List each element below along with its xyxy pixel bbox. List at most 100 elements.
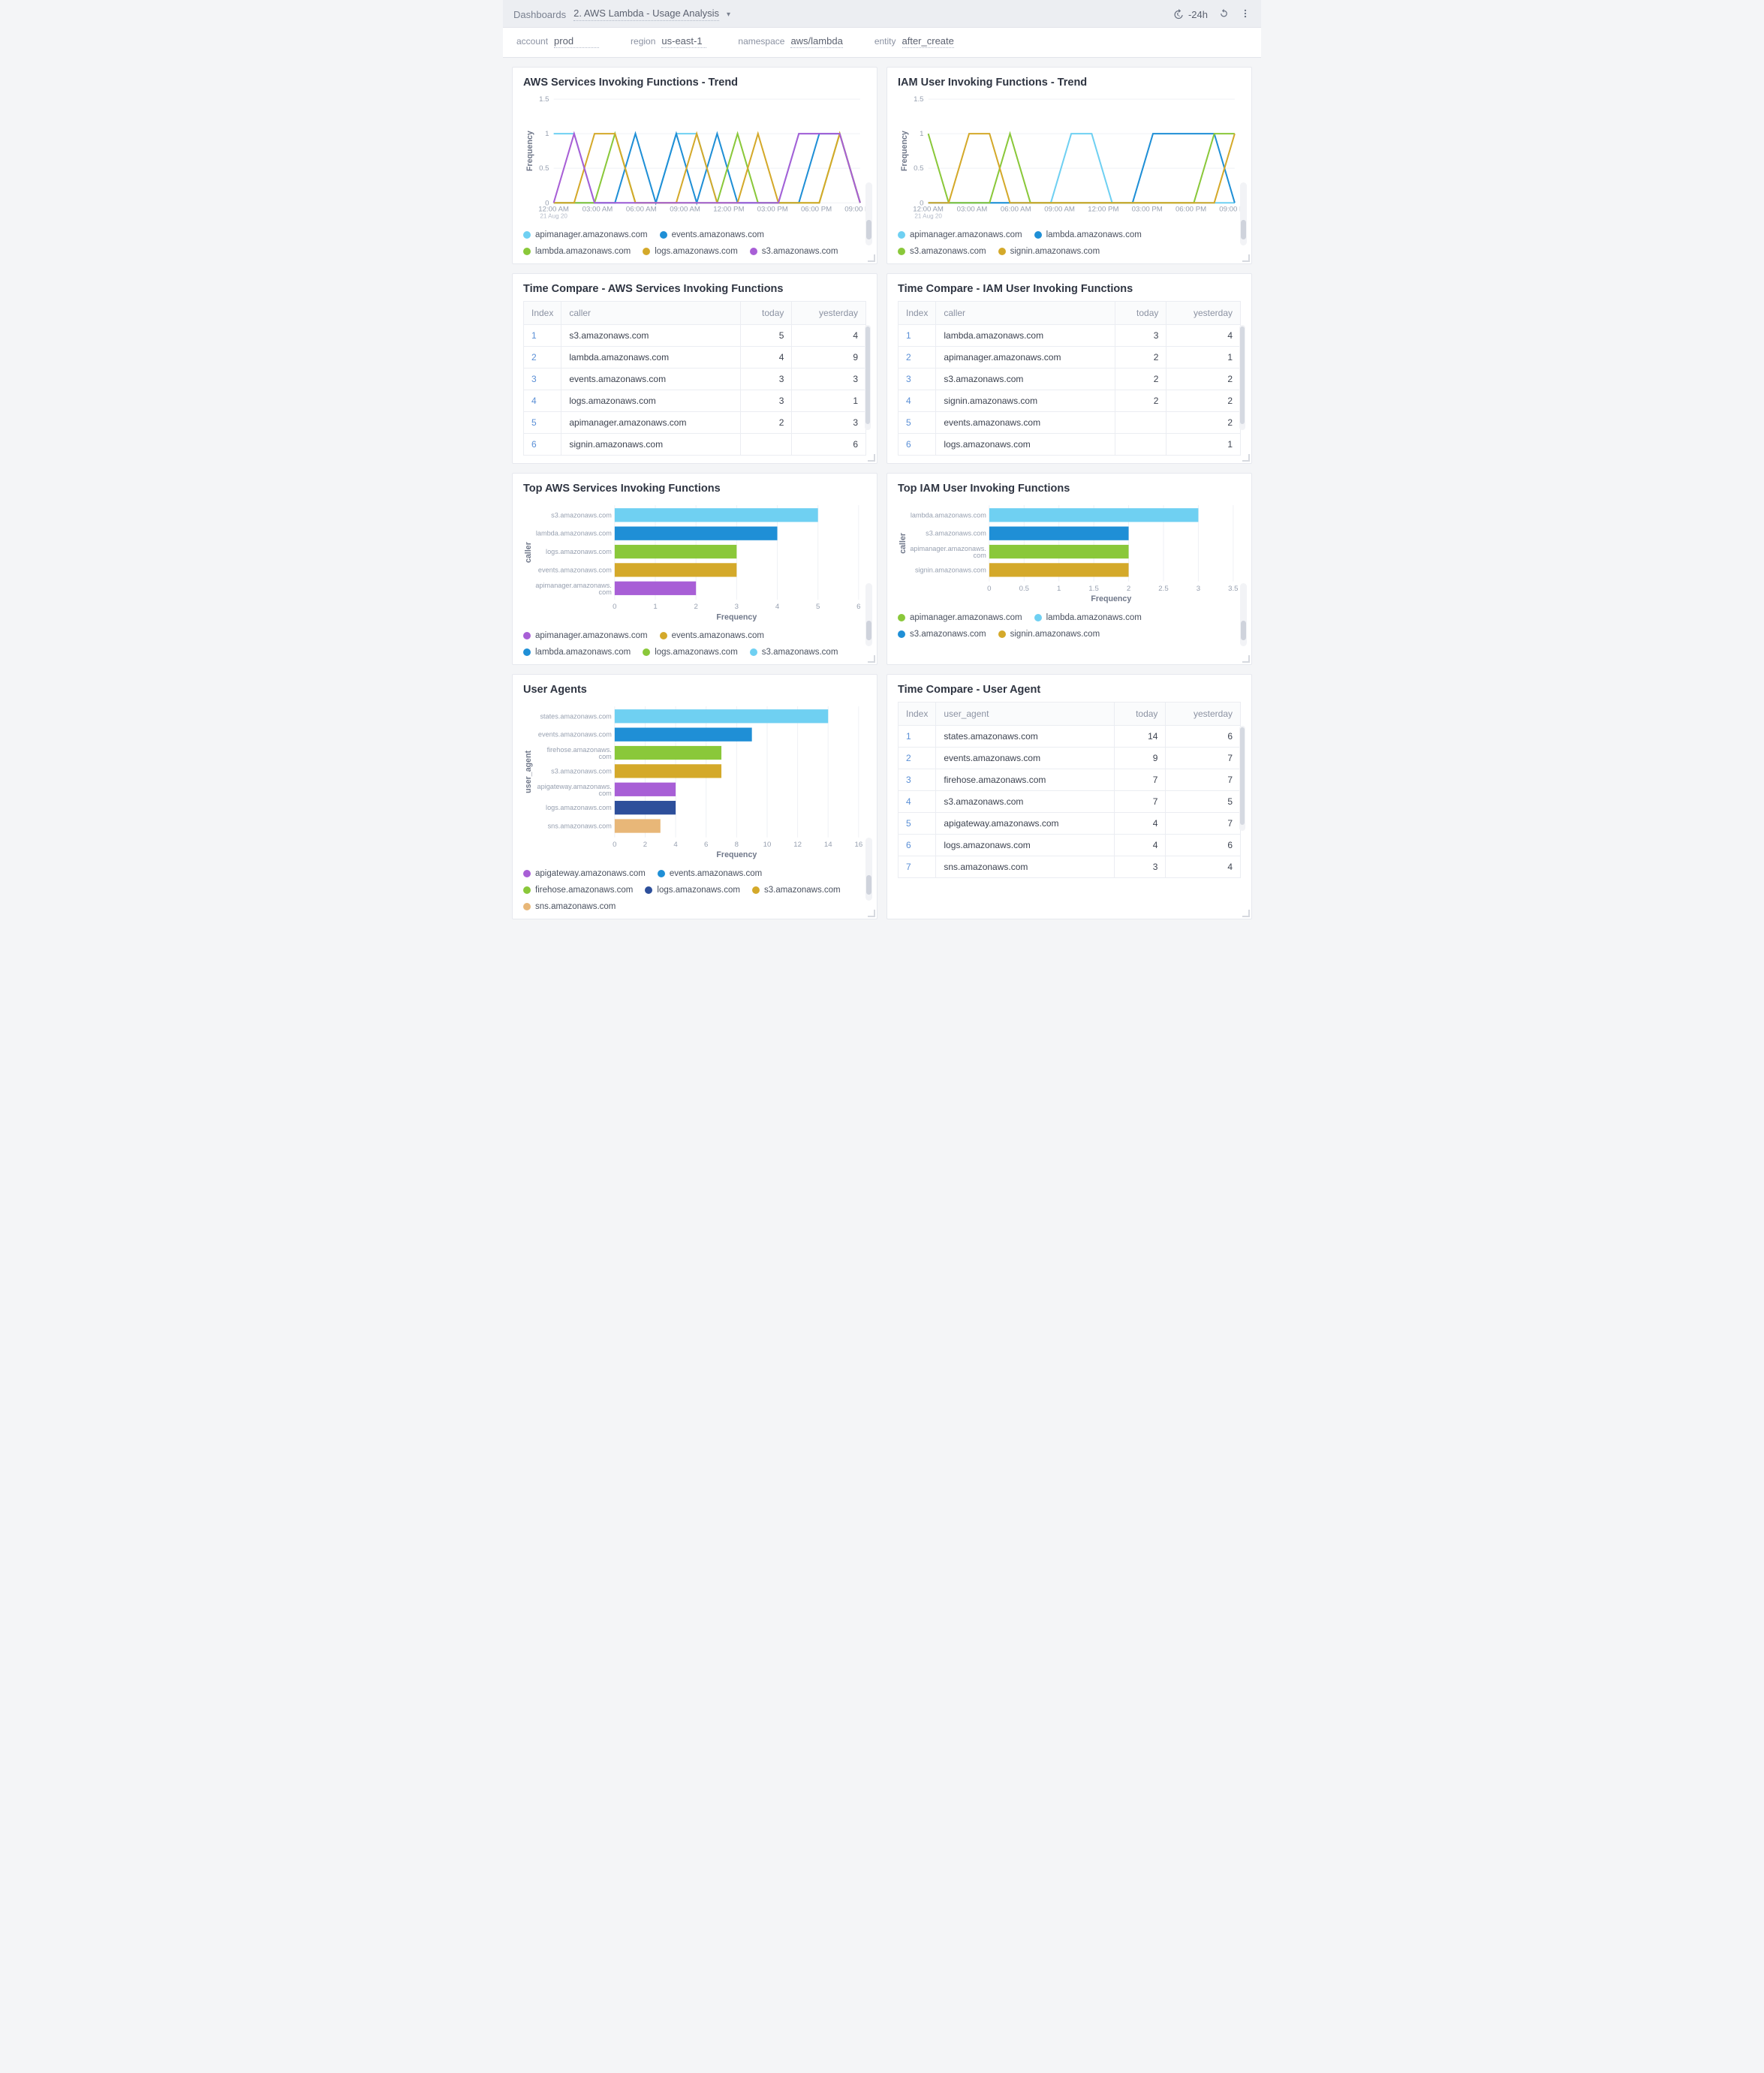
legend-item[interactable]: apimanager.amazonaws.com (523, 631, 648, 640)
legend-item[interactable]: apigateway.amazonaws.com (523, 869, 646, 878)
table-header[interactable]: user_agent (936, 703, 1114, 726)
resize-handle[interactable] (1242, 910, 1250, 917)
legend-item[interactable]: lambda.amazonaws.com (1034, 613, 1142, 622)
more-button[interactable] (1240, 8, 1251, 21)
time-range-label: -24h (1188, 9, 1208, 20)
table-row[interactable]: 1lambda.amazonaws.com34 (899, 324, 1241, 346)
table-scrollbar[interactable] (1239, 325, 1245, 430)
resize-handle[interactable] (1242, 454, 1250, 462)
table-cell: events.amazonaws.com (936, 411, 1115, 433)
legend-item[interactable]: signin.amazonaws.com (998, 630, 1100, 639)
filter-region[interactable]: region us-east-1 (631, 35, 706, 48)
svg-text:0: 0 (613, 841, 616, 849)
table-row[interactable]: 6logs.amazonaws.com46 (899, 835, 1241, 856)
table-row[interactable]: 2events.amazonaws.com97 (899, 748, 1241, 769)
table-row[interactable]: 5apigateway.amazonaws.com47 (899, 813, 1241, 835)
chevron-down-icon[interactable]: ▾ (727, 11, 730, 19)
table-header[interactable]: today (1114, 703, 1166, 726)
table-row[interactable]: 5apimanager.amazonaws.com23 (524, 411, 866, 433)
legend-item[interactable]: events.amazonaws.com (658, 869, 762, 878)
legend-item[interactable]: s3.amazonaws.com (750, 648, 838, 657)
filter-entity[interactable]: entity after_create (874, 35, 954, 48)
table-row[interactable]: 3firehose.amazonaws.com77 (899, 769, 1241, 791)
table-header[interactable]: caller (936, 301, 1115, 324)
legend-label: lambda.amazonaws.com (1046, 613, 1142, 622)
svg-text:14: 14 (824, 841, 832, 849)
table-row[interactable]: 3s3.amazonaws.com22 (899, 368, 1241, 390)
legend-scrollbar[interactable] (865, 583, 872, 646)
resize-handle[interactable] (1242, 254, 1250, 262)
resize-handle[interactable] (868, 655, 875, 663)
table-row[interactable]: 1s3.amazonaws.com54 (524, 324, 866, 346)
resize-handle[interactable] (868, 910, 875, 917)
table-row[interactable]: 5events.amazonaws.com2 (899, 411, 1241, 433)
table-header[interactable]: today (1115, 301, 1166, 324)
legend-item[interactable]: lambda.amazonaws.com (523, 247, 631, 256)
table-cell: 4 (741, 346, 792, 368)
svg-text:2: 2 (694, 603, 698, 611)
table-cell: 2 (524, 346, 561, 368)
resize-handle[interactable] (868, 454, 875, 462)
legend-scrollbar[interactable] (865, 838, 872, 901)
table-row[interactable]: 1states.amazonaws.com146 (899, 726, 1241, 748)
table-row[interactable]: 2lambda.amazonaws.com49 (524, 346, 866, 368)
legend-item[interactable]: logs.amazonaws.com (643, 247, 738, 256)
svg-text:signin.amazonaws.com: signin.amazonaws.com (915, 566, 986, 573)
legend-item[interactable]: firehose.amazonaws.com (523, 886, 633, 895)
table-header[interactable]: yesterday (1166, 301, 1241, 324)
legend-item[interactable]: events.amazonaws.com (660, 230, 764, 239)
refresh-button[interactable] (1218, 8, 1230, 21)
filter-account[interactable]: account prod (516, 35, 599, 48)
table-row[interactable]: 4s3.amazonaws.com75 (899, 791, 1241, 813)
legend-label: lambda.amazonaws.com (535, 648, 631, 657)
panel-ua_compare: Time Compare - User AgentIndexuser_agent… (887, 674, 1252, 919)
table-header[interactable]: yesterday (792, 301, 866, 324)
legend-item[interactable]: events.amazonaws.com (660, 631, 764, 640)
table-header[interactable]: caller (561, 301, 741, 324)
time-picker[interactable]: -24h (1172, 9, 1208, 20)
breadcrumb-root[interactable]: Dashboards (513, 9, 566, 20)
filter-namespace[interactable]: namespace aws/lambda (738, 35, 842, 48)
legend-item[interactable]: signin.amazonaws.com (998, 247, 1100, 256)
legend-item[interactable]: logs.amazonaws.com (645, 886, 740, 895)
table-header[interactable]: Index (899, 301, 936, 324)
legend-label: signin.amazonaws.com (1010, 247, 1100, 256)
resize-handle[interactable] (868, 254, 875, 262)
table-header[interactable]: today (741, 301, 792, 324)
legend-item[interactable]: apimanager.amazonaws.com (898, 613, 1022, 622)
legend-item[interactable]: lambda.amazonaws.com (1034, 230, 1142, 239)
legend-item[interactable]: lambda.amazonaws.com (523, 648, 631, 657)
table-cell: 9 (1114, 748, 1166, 769)
legend-label: apimanager.amazonaws.com (910, 613, 1022, 622)
legend-scrollbar[interactable] (1240, 182, 1247, 245)
legend-item[interactable]: s3.amazonaws.com (750, 247, 838, 256)
table-row[interactable]: 4logs.amazonaws.com31 (524, 390, 866, 411)
legend-item[interactable]: sns.amazonaws.com (523, 902, 616, 911)
table-header[interactable]: Index (899, 703, 936, 726)
panel-iam_trend: IAM User Invoking Functions - Trend00.51… (887, 67, 1252, 264)
legend-item[interactable]: s3.amazonaws.com (898, 630, 986, 639)
table-row[interactable]: 6logs.amazonaws.com1 (899, 433, 1241, 455)
table-row[interactable]: 2apimanager.amazonaws.com21 (899, 346, 1241, 368)
table-header[interactable]: yesterday (1166, 703, 1241, 726)
legend-item[interactable]: apimanager.amazonaws.com (523, 230, 648, 239)
table-row[interactable]: 3events.amazonaws.com33 (524, 368, 866, 390)
legend-item[interactable]: apimanager.amazonaws.com (898, 230, 1022, 239)
table-scrollbar[interactable] (865, 325, 871, 430)
panel-title: Time Compare - IAM User Invoking Functio… (898, 283, 1241, 295)
table-row[interactable]: 7sns.amazonaws.com34 (899, 856, 1241, 878)
svg-text:1.5: 1.5 (1088, 584, 1098, 592)
svg-text:3: 3 (735, 603, 739, 611)
legend-item[interactable]: s3.amazonaws.com (898, 247, 986, 256)
table-scrollbar[interactable] (1239, 726, 1245, 831)
svg-text:0: 0 (987, 584, 991, 592)
legend-item[interactable]: s3.amazonaws.com (752, 886, 841, 895)
table-row[interactable]: 6signin.amazonaws.com6 (524, 433, 866, 455)
resize-handle[interactable] (1242, 655, 1250, 663)
dashboard-name[interactable]: 2. AWS Lambda - Usage Analysis (573, 8, 719, 21)
legend-scrollbar[interactable] (1240, 583, 1247, 646)
table-header[interactable]: Index (524, 301, 561, 324)
table-row[interactable]: 4signin.amazonaws.com22 (899, 390, 1241, 411)
legend-scrollbar[interactable] (865, 182, 872, 245)
legend-item[interactable]: logs.amazonaws.com (643, 648, 738, 657)
